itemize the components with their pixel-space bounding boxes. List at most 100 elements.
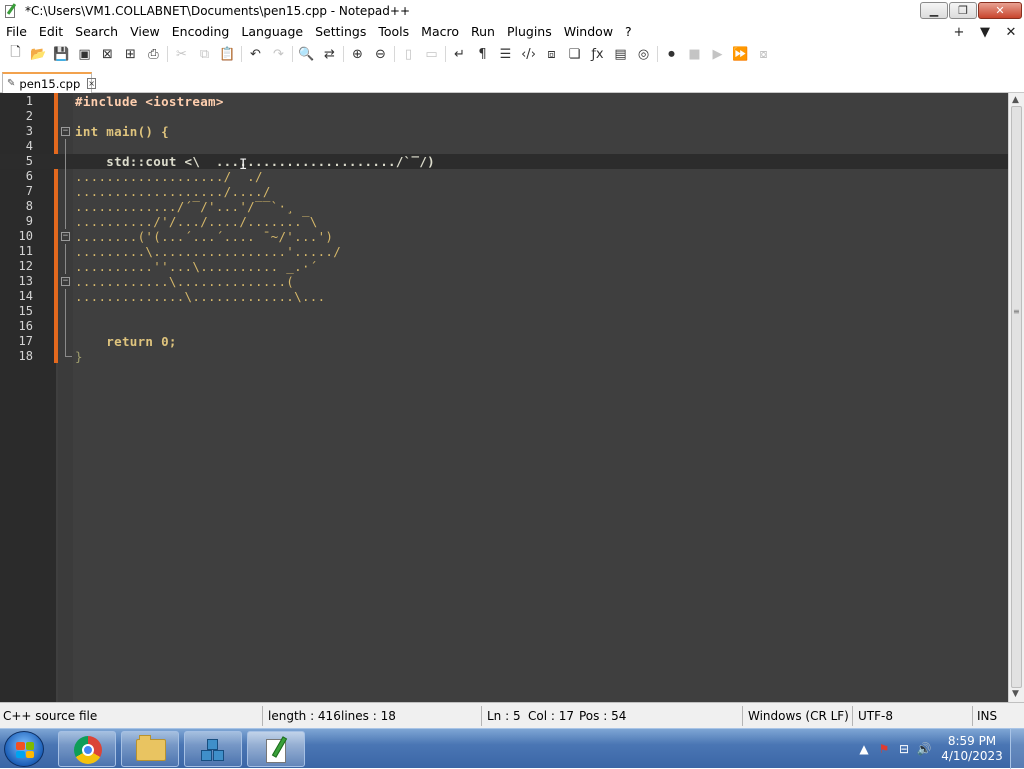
show-desktop-button[interactable] — [1010, 729, 1024, 769]
sync-vertical-icon[interactable]: ▯ — [397, 44, 420, 64]
tab-list-dropdown-icon[interactable]: ▼ — [972, 25, 998, 40]
code-line[interactable]: 10 − ........('(...´...´.... ¯~/'...') — [0, 229, 1008, 244]
maximize-button[interactable]: ❐ — [949, 2, 977, 19]
status-line-number: Ln : 5 — [487, 709, 521, 723]
show-all-chars-icon[interactable]: ¶ — [471, 44, 494, 64]
code-line[interactable]: 18} — [0, 349, 1008, 364]
menu-window[interactable]: Window — [558, 22, 619, 42]
volume-icon[interactable]: 🔊 — [914, 742, 934, 756]
code-line[interactable]: 8 ............./´‾/'...'/‾‾`·¸ — [0, 199, 1008, 214]
notepad-plus-plus-app-icon[interactable] — [3, 3, 19, 19]
function-list-icon[interactable]: ƒx — [586, 44, 609, 64]
find-icon[interactable]: 🔍 — [295, 44, 318, 64]
open-file-icon[interactable]: 📂 — [27, 44, 50, 64]
word-wrap-icon[interactable]: ↵ — [448, 44, 471, 64]
document-list-icon[interactable]: ❏ — [563, 44, 586, 64]
status-encoding[interactable]: UTF-8 — [858, 703, 893, 729]
code-line[interactable]: 11 .........\.................'...../ — [0, 244, 1008, 259]
paste-icon[interactable]: 📋 — [216, 44, 239, 64]
zoom-in-icon[interactable]: ⊕ — [346, 44, 369, 64]
close-all-icon[interactable]: ⊞ — [119, 44, 142, 64]
tab-label: pen15.cpp — [19, 76, 81, 91]
code-line[interactable]: 5 std::cout <\ ......................./`… — [0, 154, 1008, 169]
fold-toggle-icon[interactable]: − — [61, 127, 70, 136]
new-file-icon[interactable]: 🗋 — [4, 44, 27, 64]
status-insert-mode[interactable]: INS — [977, 703, 997, 729]
redo-icon[interactable]: ↷ — [267, 44, 290, 64]
menu-help[interactable]: ? — [619, 22, 638, 42]
scrollbar-thumb[interactable] — [1011, 106, 1022, 688]
save-icon[interactable]: 💾 — [50, 44, 73, 64]
menu-run[interactable]: Run — [465, 22, 501, 42]
menu-file[interactable]: File — [0, 22, 33, 42]
xml-tag-icon[interactable]: ‹/› — [517, 44, 540, 64]
taskbar-explorer-button[interactable] — [121, 731, 179, 767]
code-line[interactable]: 16 — [0, 319, 1008, 334]
undo-icon[interactable]: ↶ — [244, 44, 267, 64]
code-line[interactable]: 9 ........../'/.../..../.......‾\ — [0, 214, 1008, 229]
copy-icon[interactable]: ⧉ — [193, 44, 216, 64]
fold-toggle-icon[interactable]: − — [61, 277, 70, 286]
show-hidden-icons-icon[interactable]: ▲ — [854, 742, 874, 756]
replace-icon[interactable]: ⇄ — [318, 44, 341, 64]
start-button[interactable] — [4, 731, 44, 767]
status-eol-format[interactable]: Windows (CR LF) — [748, 703, 849, 729]
code-line[interactable]: 13 − ............\..............( — [0, 274, 1008, 289]
indent-guide-icon[interactable]: ☰ — [494, 44, 517, 64]
document-map-icon[interactable]: ⧈ — [540, 44, 563, 64]
menu-macro[interactable]: Macro — [415, 22, 465, 42]
run-macro-multiple-icon[interactable]: ⏩ — [729, 44, 752, 64]
code-line[interactable]: 2 — [0, 109, 1008, 124]
menu-settings[interactable]: Settings — [309, 22, 372, 42]
menu-search[interactable]: Search — [69, 22, 124, 42]
code-line[interactable]: 14 ..............\.............\... — [0, 289, 1008, 304]
record-macro-icon[interactable]: ⏺ — [660, 44, 683, 64]
code-line[interactable]: 3 − int main() { — [0, 124, 1008, 139]
code-line[interactable]: 7 .................../..../ — [0, 184, 1008, 199]
menu-encoding[interactable]: Encoding — [166, 22, 236, 42]
close-window-button[interactable]: ✕ — [978, 2, 1022, 19]
tab-close-icon[interactable]: × — [87, 78, 96, 89]
code-line[interactable]: 15 — [0, 304, 1008, 319]
sync-horizontal-icon[interactable]: ▭ — [420, 44, 443, 64]
add-new-document-icon[interactable]: + — [946, 25, 972, 40]
code-line[interactable]: 1 #include <iostream> — [0, 94, 1008, 109]
stop-recording-icon[interactable]: ■ — [683, 44, 706, 64]
menu-plugins[interactable]: Plugins — [501, 22, 558, 42]
close-document-icon[interactable]: ✕ — [998, 25, 1024, 40]
taskbar-chrome-button[interactable] — [58, 731, 116, 767]
code-line[interactable]: 4 — [0, 139, 1008, 154]
play-macro-icon[interactable]: ▶ — [706, 44, 729, 64]
print-icon[interactable]: ⎙ — [142, 44, 165, 64]
monitoring-icon[interactable]: ◎ — [632, 44, 655, 64]
scroll-down-arrow-icon[interactable]: ▼ — [1012, 689, 1019, 699]
code-text: int main() { — [75, 124, 169, 139]
toolbar-separator — [343, 46, 344, 62]
folder-as-workspace-icon[interactable]: ▤ — [609, 44, 632, 64]
scroll-up-arrow-icon[interactable]: ▲ — [1012, 95, 1019, 105]
save-macro-icon[interactable]: ⧇ — [752, 44, 775, 64]
cut-icon[interactable]: ✂ — [170, 44, 193, 64]
menu-edit[interactable]: Edit — [33, 22, 69, 42]
save-all-icon[interactable]: ▣ — [73, 44, 96, 64]
zoom-out-icon[interactable]: ⊖ — [369, 44, 392, 64]
tab-pen15-cpp[interactable]: ✎ pen15.cpp × — [2, 72, 96, 93]
menu-tools[interactable]: Tools — [372, 22, 415, 42]
code-line[interactable]: 12 ..........''...\.......... _.·´ — [0, 259, 1008, 274]
menu-language[interactable]: Language — [235, 22, 309, 42]
close-icon[interactable]: ⊠ — [96, 44, 119, 64]
line-number: 10 — [18, 229, 33, 243]
folder-icon — [136, 735, 166, 761]
code-editor[interactable]: 1 #include <iostream> 2 3− int main() {4 5 st… — [0, 93, 1008, 702]
code-line[interactable]: 6 .................../ ./ — [0, 169, 1008, 184]
action-center-flag-icon[interactable]: ⚑ — [874, 742, 894, 756]
clock[interactable]: 8:59 PM 4/10/2023 — [934, 734, 1010, 764]
code-line[interactable]: 17 return 0; — [0, 334, 1008, 349]
network-icon[interactable]: ⊟ — [894, 742, 914, 756]
minimize-button[interactable]: ▁ — [920, 2, 948, 19]
vertical-scrollbar[interactable]: ▲ ≡ ▼ — [1008, 93, 1024, 702]
taskbar-cubes-app-button[interactable] — [184, 731, 242, 767]
fold-toggle-icon[interactable]: − — [61, 232, 70, 241]
taskbar-notepad-plus-plus-button[interactable] — [247, 731, 305, 767]
menu-view[interactable]: View — [124, 22, 166, 42]
